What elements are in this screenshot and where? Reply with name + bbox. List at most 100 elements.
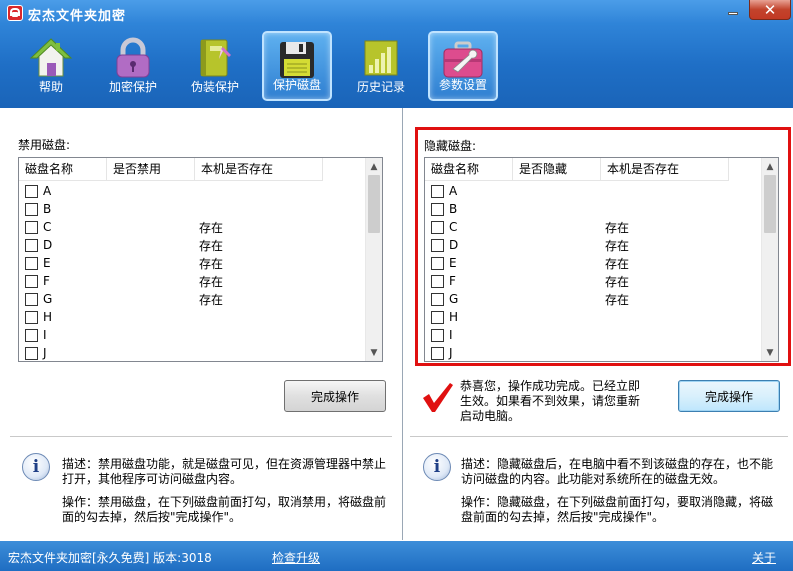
hide-disk-label: 隐藏磁盘:	[424, 139, 477, 153]
disk-name-cell: E	[425, 256, 513, 270]
disk-row[interactable]: C 存在	[425, 218, 629, 236]
column-header-disabled[interactable]: 是否禁用	[107, 158, 195, 181]
left-separator	[10, 436, 392, 437]
disable-complete-button[interactable]: 完成操作	[284, 380, 386, 412]
disk-row[interactable]: A	[425, 182, 605, 200]
scroll-up-arrow-icon[interactable]: ▲	[366, 158, 382, 175]
disk-row[interactable]: I	[425, 326, 605, 344]
disk-letter: I	[43, 328, 47, 342]
disk-name-cell: G	[425, 292, 513, 306]
disk-row[interactable]: G 存在	[425, 290, 629, 308]
disk-exists-cell: 存在	[199, 256, 224, 271]
disk-row[interactable]: B	[19, 200, 199, 218]
disk-checkbox[interactable]	[25, 292, 38, 306]
disk-row[interactable]: H	[425, 308, 605, 326]
column-header-exists[interactable]: 本机是否存在	[601, 158, 729, 181]
scroll-thumb[interactable]	[368, 175, 380, 233]
disk-exists-cell: 存在	[199, 220, 224, 235]
column-header-disk-name[interactable]: 磁盘名称	[425, 158, 513, 181]
close-icon: ✕	[763, 0, 777, 19]
nav-help-button[interactable]: 帮助	[16, 31, 86, 101]
disk-name-cell: F	[19, 274, 107, 288]
disk-name-cell: D	[19, 238, 107, 252]
disk-name-cell: B	[425, 202, 513, 216]
disk-name-cell: I	[425, 328, 513, 342]
disk-checkbox[interactable]	[25, 328, 38, 342]
disk-row[interactable]: E 存在	[425, 254, 629, 272]
column-header-hidden[interactable]: 是否隐藏	[513, 158, 601, 181]
info-icon: i	[423, 453, 451, 481]
column-header-exists[interactable]: 本机是否存在	[195, 158, 323, 181]
disk-letter: E	[449, 256, 457, 270]
floppy-disk-icon	[280, 42, 314, 78]
disk-checkbox[interactable]	[431, 202, 444, 216]
check-upgrade-link[interactable]: 检查升级	[272, 549, 320, 566]
disk-row[interactable]: A	[19, 182, 199, 200]
disk-name-cell: J	[19, 346, 107, 360]
disk-row[interactable]: C 存在	[19, 218, 223, 236]
disk-row[interactable]: D 存在	[425, 236, 629, 254]
app-lock-icon	[7, 5, 23, 21]
disk-checkbox[interactable]	[431, 328, 444, 342]
disk-letter: B	[43, 202, 52, 216]
disk-checkbox[interactable]	[25, 184, 38, 198]
title-bar[interactable]: 宏杰文件夹加密 ✕	[0, 0, 793, 26]
bar-chart-icon	[364, 40, 398, 76]
scroll-thumb[interactable]	[764, 175, 776, 233]
disk-checkbox[interactable]	[431, 220, 444, 234]
disk-name-cell: D	[425, 238, 513, 252]
column-header-disk-name[interactable]: 磁盘名称	[19, 158, 107, 181]
hide-disk-list[interactable]: 磁盘名称 是否隐藏 本机是否存在 A B C 存在 D 存在 E 存在 F 存在 G 存在 H I J ▲ …	[424, 157, 779, 362]
notebook-icon	[200, 39, 231, 77]
disk-checkbox[interactable]	[431, 292, 444, 306]
disk-checkbox[interactable]	[25, 238, 38, 252]
nav-settings-button[interactable]: 参数设置	[428, 31, 498, 101]
disk-checkbox[interactable]	[25, 202, 38, 216]
minimize-button[interactable]	[718, 0, 748, 20]
scroll-up-arrow-icon[interactable]: ▲	[762, 158, 778, 175]
disk-row[interactable]: G 存在	[19, 290, 223, 308]
nav-history-button[interactable]: 历史记录	[346, 31, 416, 101]
disk-checkbox[interactable]	[431, 256, 444, 270]
disk-name-cell: J	[425, 346, 513, 360]
disk-checkbox[interactable]	[25, 310, 38, 324]
disk-checkbox[interactable]	[25, 346, 38, 360]
disable-operation: 操作：禁用磁盘，在下列磁盘前面打勾，取消禁用，将磁盘前面的勾去掉，然后按"完成操…	[62, 495, 387, 524]
disable-disk-list[interactable]: 磁盘名称 是否禁用 本机是否存在 A B C 存在 D 存在 E 存在 F 存在 G 存在 H I J ▲ …	[18, 157, 383, 362]
nav-encrypt-label: 加密保护	[108, 80, 157, 94]
disk-name-cell: E	[19, 256, 107, 270]
disk-row[interactable]: E 存在	[19, 254, 223, 272]
nav-settings-label: 参数设置	[438, 78, 487, 92]
disk-name-cell: H	[19, 310, 107, 324]
disk-checkbox[interactable]	[431, 310, 444, 324]
disk-row[interactable]: J	[425, 344, 605, 361]
disk-row[interactable]: F 存在	[425, 272, 629, 290]
disable-list-scrollbar[interactable]: ▲ ▼	[365, 158, 382, 361]
disable-description: 描述：禁用磁盘功能，就是磁盘可见，但在资源管理器中禁止打开，其他程序可访问磁盘内…	[62, 457, 387, 486]
disk-exists-cell: 存在	[605, 256, 630, 271]
disk-checkbox[interactable]	[431, 238, 444, 252]
disk-letter: H	[449, 310, 459, 324]
nav-encrypt-button[interactable]: 加密保护	[98, 31, 168, 101]
disk-checkbox[interactable]	[431, 346, 444, 360]
hide-complete-button[interactable]: 完成操作	[678, 380, 780, 412]
disk-checkbox[interactable]	[431, 184, 444, 198]
disk-row[interactable]: B	[425, 200, 605, 218]
disk-row[interactable]: I	[19, 326, 199, 344]
scroll-down-arrow-icon[interactable]: ▼	[762, 344, 778, 361]
disk-checkbox[interactable]	[431, 274, 444, 288]
about-link[interactable]: 关于	[752, 549, 776, 566]
disk-checkbox[interactable]	[25, 274, 38, 288]
nav-protect-disk-button[interactable]: 保护磁盘	[262, 31, 332, 101]
nav-disguise-button[interactable]: 伪装保护	[180, 31, 250, 101]
disk-checkbox[interactable]	[25, 220, 38, 234]
disk-row[interactable]: D 存在	[19, 236, 223, 254]
scroll-down-arrow-icon[interactable]: ▼	[366, 344, 382, 361]
hide-list-scrollbar[interactable]: ▲ ▼	[761, 158, 778, 361]
disk-row[interactable]: H	[19, 308, 199, 326]
disk-row[interactable]: J	[19, 344, 199, 361]
close-button[interactable]: ✕	[749, 0, 791, 20]
window-title: 宏杰文件夹加密	[28, 9, 127, 24]
disk-row[interactable]: F 存在	[19, 272, 223, 290]
disk-checkbox[interactable]	[25, 256, 38, 270]
